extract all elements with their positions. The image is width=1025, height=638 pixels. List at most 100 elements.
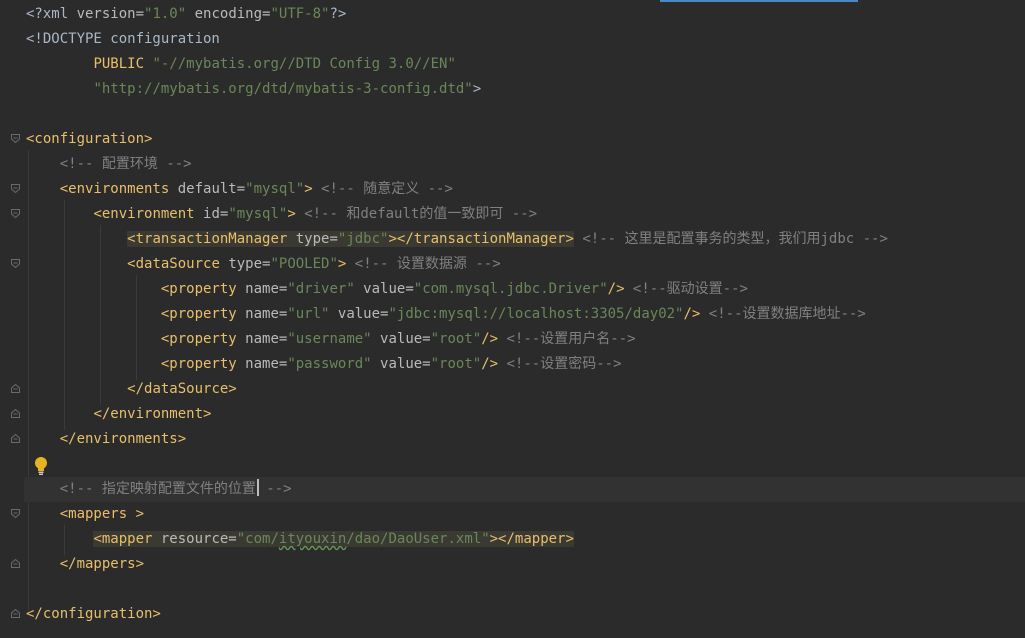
comment: <!--设置密码--> [498,356,622,372]
fold-marker-icon[interactable] [11,434,20,443]
attr-value: "mysql" [228,206,288,222]
attr-value: "url" [287,306,330,322]
tag-environment-close: </environment> [93,406,212,422]
tag-end: /> [607,281,625,297]
attr-name: name= [245,331,288,347]
tag-end: > [287,206,296,222]
doctype-system-id: "http://mybatis.org/dtd/mybatis-3-config… [93,81,473,97]
comment: <!-- 指定映射配置文件的位置 [59,481,256,497]
tag-mapper-close: ></mapper> [489,531,574,547]
code-line: "http://mybatis.org/dtd/mybatis-3-config… [26,77,1016,102]
comment: <!--驱动设置--> [624,281,748,297]
tag-property: <property [160,306,246,322]
xml-declaration-close: ?> [329,6,347,22]
code-editor[interactable]: <?xml version="1.0" encoding="UTF-8"?> <… [0,0,1025,638]
tag-mappers-close: </mappers> [59,556,145,572]
fold-marker-icon[interactable] [11,609,20,618]
code-line: <!DOCTYPE configuration [26,27,1016,52]
attr-value: "com.mysql.jdbc.Driver" [413,281,608,297]
code-line: </dataSource> [26,377,1016,402]
attr-name: name= [245,281,288,297]
attr-value-typo: ityouxin [278,531,347,547]
attr-name: default= [177,181,246,197]
tag-mapper: <mapper [93,531,161,547]
tag-environment: <environment [93,206,204,222]
comment: <!-- 和default的值一致即可 --> [295,206,538,222]
attr-value: "mysql" [245,181,305,197]
comment: <!--设置数据库地址--> [700,306,866,322]
tag-environments: <environments [59,181,178,197]
attr-value: "username" [287,331,372,347]
tag-configuration-close: </configuration> [26,606,161,622]
attr-name: value= [354,281,414,297]
fold-marker-icon[interactable] [11,509,20,518]
fold-marker-icon[interactable] [11,134,20,143]
doctype-public: PUBLIC [93,56,153,72]
comment: <!--设置用户名--> [498,331,636,347]
doctype-public-id: "-//mybatis.org//DTD Config 3.0//EN" [152,56,456,72]
tag-mappers: <mappers > [59,506,145,522]
attr-name: encoding= [186,6,271,22]
attr-name: value= [371,356,431,372]
code-line: <mappers > [26,502,1016,527]
fold-marker-icon[interactable] [11,209,20,218]
code-line: <property name="password" value="root"/>… [26,352,1016,377]
tag-end: > [304,181,313,197]
attr-name: id= [203,206,229,222]
comment: --> [257,481,292,497]
code-line: PUBLIC "-//mybatis.org//DTD Config 3.0//… [26,52,1016,77]
code-line: </environments> [26,427,1016,452]
comment: <!-- 这里是配置事务的类型，我们用jdbc --> [573,231,888,247]
tag-end: /> [481,356,499,372]
code-line: <dataSource type="POOLED"> <!-- 设置数据源 --… [26,252,1016,277]
editor-gutter [0,0,24,638]
tag-environments-close: </environments> [59,431,187,447]
attr-value: /dao/DaoUser.xml" [346,531,490,547]
tag-configuration: <configuration> [26,131,153,147]
attr-name: resource= [160,531,237,547]
attr-value: "driver" [287,281,355,297]
lightbulb-icon[interactable] [33,456,49,476]
attr-name: version= [76,6,145,22]
code-line: <environment id="mysql"> <!-- 和default的值… [26,202,1016,227]
code-line: <?xml version="1.0" encoding="UTF-8"?> [26,2,1016,27]
fold-marker-icon[interactable] [11,559,20,568]
attr-value: "jdbc" [337,231,389,247]
comment: <!-- 设置数据源 --> [346,256,501,272]
attr-value: "POOLED" [270,256,338,272]
code-line: <mapper resource="com/ityouxin/dao/DaoUs… [26,527,1016,552]
tag-data-source: <dataSource [127,256,229,272]
attr-value: "1.0" [144,6,187,22]
code-line-current[interactable]: <!-- 指定映射配置文件的位置 --> [24,477,1025,502]
code-line: <transactionManager type="jdbc"></transa… [26,227,1016,252]
code-line: <property name="driver" value="com.mysql… [26,277,1016,302]
fold-marker-icon[interactable] [11,384,20,393]
fold-marker-icon[interactable] [11,184,20,193]
code-line: <property name="url" value="jdbc:mysql:/… [26,302,1016,327]
attr-value: "root" [430,356,482,372]
tag-data-source-close: </dataSource> [127,381,237,397]
attr-name: type= [295,231,338,247]
doctype-close: > [472,81,482,97]
fold-marker-icon[interactable] [11,259,20,268]
code-line: </environment> [26,402,1016,427]
attr-value: "password" [287,356,372,372]
attr-name: value= [329,306,389,322]
xml-declaration: <?xml [26,6,77,22]
attr-value: "root" [430,331,482,347]
tag-end: /> [481,331,499,347]
doctype: <!DOCTYPE configuration [26,31,220,47]
tag-property: <property [160,331,246,347]
comment: <!-- 配置环境 --> [59,156,192,172]
attr-name: value= [371,331,431,347]
attr-name: name= [245,356,288,372]
code-line: <property name="username" value="root"/>… [26,327,1016,352]
code-line: <!-- 配置环境 --> [26,152,1016,177]
attr-name: type= [228,256,271,272]
comment: <!-- 随意定义 --> [312,181,453,197]
tag-property: <property [160,281,246,297]
code-line: <environments default="mysql"> <!-- 随意定义… [26,177,1016,202]
code-line: </mappers> [26,552,1016,577]
fold-marker-icon[interactable] [11,409,20,418]
code-line: </configuration> [26,602,1016,627]
